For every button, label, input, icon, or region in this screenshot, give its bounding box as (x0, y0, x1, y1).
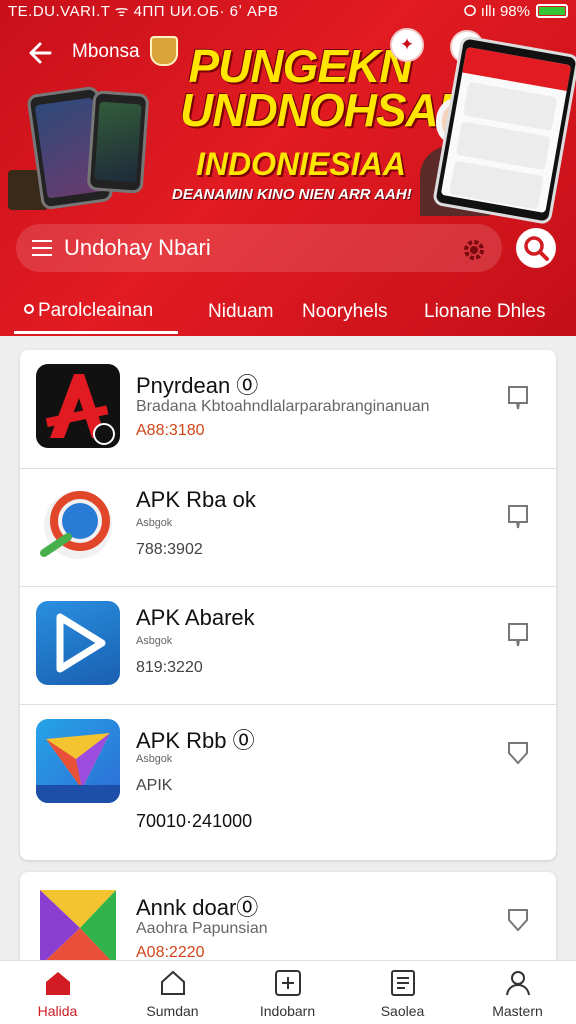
nav-label: Sumdan (146, 1003, 199, 1019)
status-right-text: ⵔ ıllı 98% (463, 3, 530, 20)
store-app-icon (36, 886, 120, 970)
app-title: APK Rbb ⓪ (136, 728, 255, 753)
nav-label: Mastern (492, 1003, 543, 1019)
app-meta: A88:3180 (136, 422, 205, 439)
search-icon (24, 304, 34, 314)
home-icon (46, 972, 70, 995)
app-list-card: Pnyrdean ⓪ Bradana Kbtoahndlalarparabran… (20, 350, 556, 860)
battery-icon (536, 4, 568, 18)
red-a-app-icon (36, 364, 120, 448)
app-title: Annk doar⓪ (136, 895, 259, 920)
app-meta: APIK (136, 777, 173, 794)
bottom-navigation: Halida Sumdan Indobarn Saolea Mastern (0, 960, 576, 1024)
status-left-text: TЕ.DU.VARI.T ᯤ 4ПП UИ.ОБ· 6ʼ APB (8, 3, 279, 20)
bookmark-icon[interactable] (506, 503, 530, 531)
nav-item-halida[interactable]: Halida (0, 961, 115, 1024)
nav-label: Saolea (380, 1003, 425, 1019)
tab-nooryhels[interactable]: Nooryhels (302, 290, 388, 334)
list-item[interactable]: APK Abarek ᴬˢᵇᵍᵒᵏ 819:3220 (20, 586, 556, 704)
header-banner: TЕ.DU.VARI.T ᯤ 4ПП UИ.ОБ· 6ʼ APB ⵔ ıllı … (0, 0, 576, 336)
tab-lionane-dhles[interactable]: Lionane Dhles (424, 290, 545, 334)
nav-item-sumdan[interactable]: Sumdan (115, 961, 230, 1024)
app-extra: 70010·241000 (136, 811, 253, 831)
play-app-icon (36, 601, 120, 685)
phone-screenshot-image (431, 34, 576, 226)
add-box-icon (275, 970, 301, 996)
phone-image (86, 90, 150, 194)
app-subtitle: ᴬˢᵇᵍᵒᵏ (136, 635, 173, 652)
nav-item-mastern[interactable]: Mastern (460, 961, 575, 1024)
menu-icon[interactable] (32, 240, 54, 256)
house-outline-icon (161, 970, 185, 995)
paper-plane-app-icon (36, 719, 120, 803)
nav-item-saolea[interactable]: Saolea (345, 961, 460, 1024)
app-subtitle: Aaohra Papunsian (136, 920, 268, 937)
status-indicators: ⵔ ıllı 98% (463, 2, 568, 20)
bookmark-icon[interactable] (506, 384, 530, 412)
status-bar: TЕ.DU.VARI.T ᯤ 4ПП UИ.ОБ· 6ʼ APB ⵔ ıllı … (0, 0, 576, 22)
list-item[interactable]: APK Rbb ⓪ ᴬˢᵇᵍᵒᵏ APIK 70010·241000 (20, 704, 556, 860)
banner-subtitle: INDONIESIAA (196, 146, 406, 182)
search-icon (524, 236, 549, 261)
tab-label: Niduam (208, 301, 274, 322)
app-title: Pnyrdean ⓪ (136, 373, 259, 398)
shield-icon[interactable] (506, 739, 530, 767)
tab-niduam[interactable]: Niduam (208, 290, 273, 334)
tab-label: Nooryhels (302, 301, 388, 322)
tab-label: Parolcleainan (38, 299, 154, 321)
search-input[interactable]: Undohay Nbari (16, 224, 502, 272)
back-arrow-icon[interactable] (24, 36, 58, 70)
bookmark-icon[interactable] (506, 621, 530, 649)
app-subtitle: ᴬˢᵇᵍᵒᵏ (136, 517, 173, 534)
list-item[interactable]: APK Rba ok ᴬˢᵇᵍᵒᵏ 788:3902 (20, 468, 556, 586)
nav-label: Halida (37, 1003, 78, 1019)
shield-icon[interactable] (506, 906, 530, 934)
crest-logo-icon (150, 36, 178, 66)
search-text: Undohay Nbari (64, 235, 211, 260)
list-icon (391, 970, 415, 996)
app-subtitle: ᴬˢᵇᵍᵒᵏ (136, 753, 173, 770)
app-title: APK Rba ok (136, 487, 256, 512)
category-tabs: Parolcleainan Niduam Nooryhels Lionane D… (0, 290, 576, 336)
app-name: Mbonsa (72, 41, 140, 62)
app-title: APK Abarek (136, 605, 255, 630)
banner-tagline: DEANAMIN KINO NIEN ARR AAH! (172, 186, 412, 203)
app-subtitle: Bradana Kbtoahndlalarparabranginanuan (136, 398, 430, 415)
emblem-icon: ✦ (390, 28, 424, 62)
app-meta: 819:3220 (136, 659, 203, 676)
ring-app-icon (36, 483, 120, 567)
search-button[interactable] (516, 228, 556, 268)
list-item[interactable]: Pnyrdean ⓪ Bradana Kbtoahndlalarparabran… (20, 350, 556, 468)
tab-parolcleainan[interactable]: Parolcleainan (14, 290, 178, 334)
app-meta: 788:3902 (136, 541, 203, 558)
nav-label: Indobarn (259, 1003, 316, 1019)
nav-item-indobarn[interactable]: Indobarn (230, 961, 345, 1024)
tab-label: Lionane Dhles (424, 301, 546, 322)
gear-icon[interactable] (460, 236, 488, 264)
profile-icon (506, 971, 530, 996)
banner-title: PUNGEKN UNDNOHSAN (180, 40, 471, 136)
